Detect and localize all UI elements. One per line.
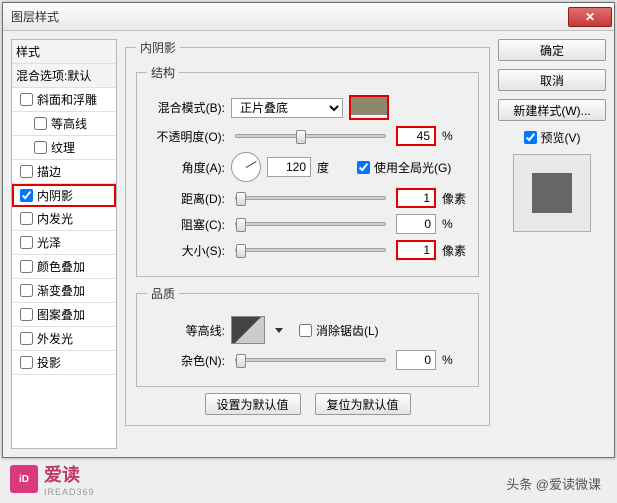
style-satin-check[interactable] — [20, 236, 33, 249]
style-drop-shadow[interactable]: 投影 — [12, 351, 116, 375]
blend-options-default[interactable]: 混合选项:默认 — [12, 64, 116, 88]
contour-dropdown-icon[interactable] — [275, 328, 283, 333]
choke-slider[interactable] — [235, 222, 386, 226]
quality-group: 品质 等高线: 消除锯齿(L) 杂色(N): % — [136, 285, 479, 387]
watermark: iD 爱读 IREAD369 — [10, 461, 95, 497]
opacity-label: 不透明度(O): — [147, 128, 225, 145]
brand-name: 爱读 — [44, 465, 80, 485]
styles-list: 样式 混合选项:默认 斜面和浮雕 等高线 纹理 描边 内阴影 内发光 光泽 颜色… — [11, 39, 117, 449]
style-contour[interactable]: 等高线 — [12, 112, 116, 136]
angle-input[interactable] — [267, 157, 311, 177]
quality-legend: 品质 — [147, 285, 179, 302]
preview-inner — [532, 173, 572, 213]
inner-shadow-group: 内阴影 结构 混合模式(B): 正片叠底 不透明度(O): % — [125, 39, 490, 426]
credit-text: 头条 @爱读微课 — [506, 474, 601, 493]
contour-picker[interactable] — [231, 316, 265, 344]
style-outer-glow-check[interactable] — [20, 332, 33, 345]
brand-logo-icon: iD — [10, 465, 38, 493]
blend-color-swatch[interactable] — [351, 97, 387, 115]
style-pattern-overlay-check[interactable] — [20, 308, 33, 321]
distance-label: 距离(D): — [147, 190, 225, 207]
preview-wrap[interactable]: 预览(V) — [524, 129, 581, 146]
reset-default-button[interactable]: 复位为默认值 — [315, 393, 411, 415]
opacity-unit: % — [442, 129, 468, 143]
structure-group: 结构 混合模式(B): 正片叠底 不透明度(O): % 角度(A) — [136, 64, 479, 277]
set-default-button[interactable]: 设置为默认值 — [205, 393, 301, 415]
style-inner-shadow[interactable]: 内阴影 — [12, 184, 116, 207]
opacity-slider[interactable] — [235, 134, 386, 138]
style-outer-glow[interactable]: 外发光 — [12, 327, 116, 351]
style-inner-glow-check[interactable] — [20, 212, 33, 225]
distance-slider[interactable] — [235, 196, 386, 200]
choke-label: 阻塞(C): — [147, 216, 225, 233]
antialias-checkbox[interactable] — [299, 324, 312, 337]
titlebar: 图层样式 ✕ — [3, 3, 614, 31]
close-icon: ✕ — [585, 10, 595, 24]
antialias-label: 消除锯齿(L) — [316, 322, 379, 339]
style-bevel[interactable]: 斜面和浮雕 — [12, 88, 116, 112]
style-color-overlay-check[interactable] — [20, 260, 33, 273]
style-gradient-overlay[interactable]: 渐变叠加 — [12, 279, 116, 303]
styles-header[interactable]: 样式 — [12, 40, 116, 64]
antialias-wrap[interactable]: 消除锯齿(L) — [299, 322, 379, 339]
style-satin[interactable]: 光泽 — [12, 231, 116, 255]
global-light-checkbox[interactable] — [357, 161, 370, 174]
style-texture-check[interactable] — [34, 141, 47, 154]
global-light-check-wrap[interactable]: 使用全局光(G) — [357, 159, 451, 176]
right-panel: 确定 取消 新建样式(W)... 预览(V) — [498, 39, 606, 449]
close-button[interactable]: ✕ — [568, 7, 612, 27]
preview-checkbox[interactable] — [524, 131, 537, 144]
structure-legend: 结构 — [147, 64, 179, 81]
style-gradient-overlay-check[interactable] — [20, 284, 33, 297]
distance-input[interactable] — [396, 188, 436, 208]
style-color-overlay[interactable]: 颜色叠加 — [12, 255, 116, 279]
settings-panel: 内阴影 结构 混合模式(B): 正片叠底 不透明度(O): % — [125, 39, 490, 449]
style-stroke[interactable]: 描边 — [12, 160, 116, 184]
layer-style-dialog: 图层样式 ✕ 样式 混合选项:默认 斜面和浮雕 等高线 纹理 描边 内阴影 内发… — [2, 2, 615, 458]
window-title: 图层样式 — [11, 8, 568, 25]
noise-slider[interactable] — [235, 358, 386, 362]
size-label: 大小(S): — [147, 242, 225, 259]
style-contour-check[interactable] — [34, 117, 47, 130]
distance-unit: 像素 — [442, 190, 468, 207]
opacity-input[interactable] — [396, 126, 436, 146]
brand-sub: IREAD369 — [44, 487, 95, 497]
global-light-label: 使用全局光(G) — [374, 159, 451, 176]
style-inner-shadow-check[interactable] — [20, 189, 33, 202]
contour-label: 等高线: — [147, 322, 225, 339]
noise-input[interactable] — [396, 350, 436, 370]
blend-mode-select[interactable]: 正片叠底 — [231, 98, 343, 118]
color-swatch-highlight — [349, 95, 389, 120]
style-pattern-overlay[interactable]: 图案叠加 — [12, 303, 116, 327]
style-texture[interactable]: 纹理 — [12, 136, 116, 160]
inner-shadow-legend: 内阴影 — [136, 39, 180, 56]
angle-label: 角度(A): — [147, 159, 225, 176]
angle-unit: 度 — [317, 159, 343, 176]
cancel-button[interactable]: 取消 — [498, 69, 606, 91]
blend-mode-label: 混合模式(B): — [147, 99, 225, 116]
new-style-button[interactable]: 新建样式(W)... — [498, 99, 606, 121]
style-drop-shadow-check[interactable] — [20, 356, 33, 369]
style-bevel-check[interactable] — [20, 93, 33, 106]
size-input[interactable] — [396, 240, 436, 260]
size-slider[interactable] — [235, 248, 386, 252]
style-inner-glow[interactable]: 内发光 — [12, 207, 116, 231]
angle-dial[interactable] — [231, 152, 261, 182]
style-stroke-check[interactable] — [20, 165, 33, 178]
choke-input[interactable] — [396, 214, 436, 234]
size-unit: 像素 — [442, 242, 468, 259]
preview-box — [513, 154, 591, 232]
choke-unit: % — [442, 217, 468, 231]
preview-label: 预览(V) — [541, 129, 581, 146]
noise-unit: % — [442, 353, 468, 367]
noise-label: 杂色(N): — [147, 352, 225, 369]
ok-button[interactable]: 确定 — [498, 39, 606, 61]
